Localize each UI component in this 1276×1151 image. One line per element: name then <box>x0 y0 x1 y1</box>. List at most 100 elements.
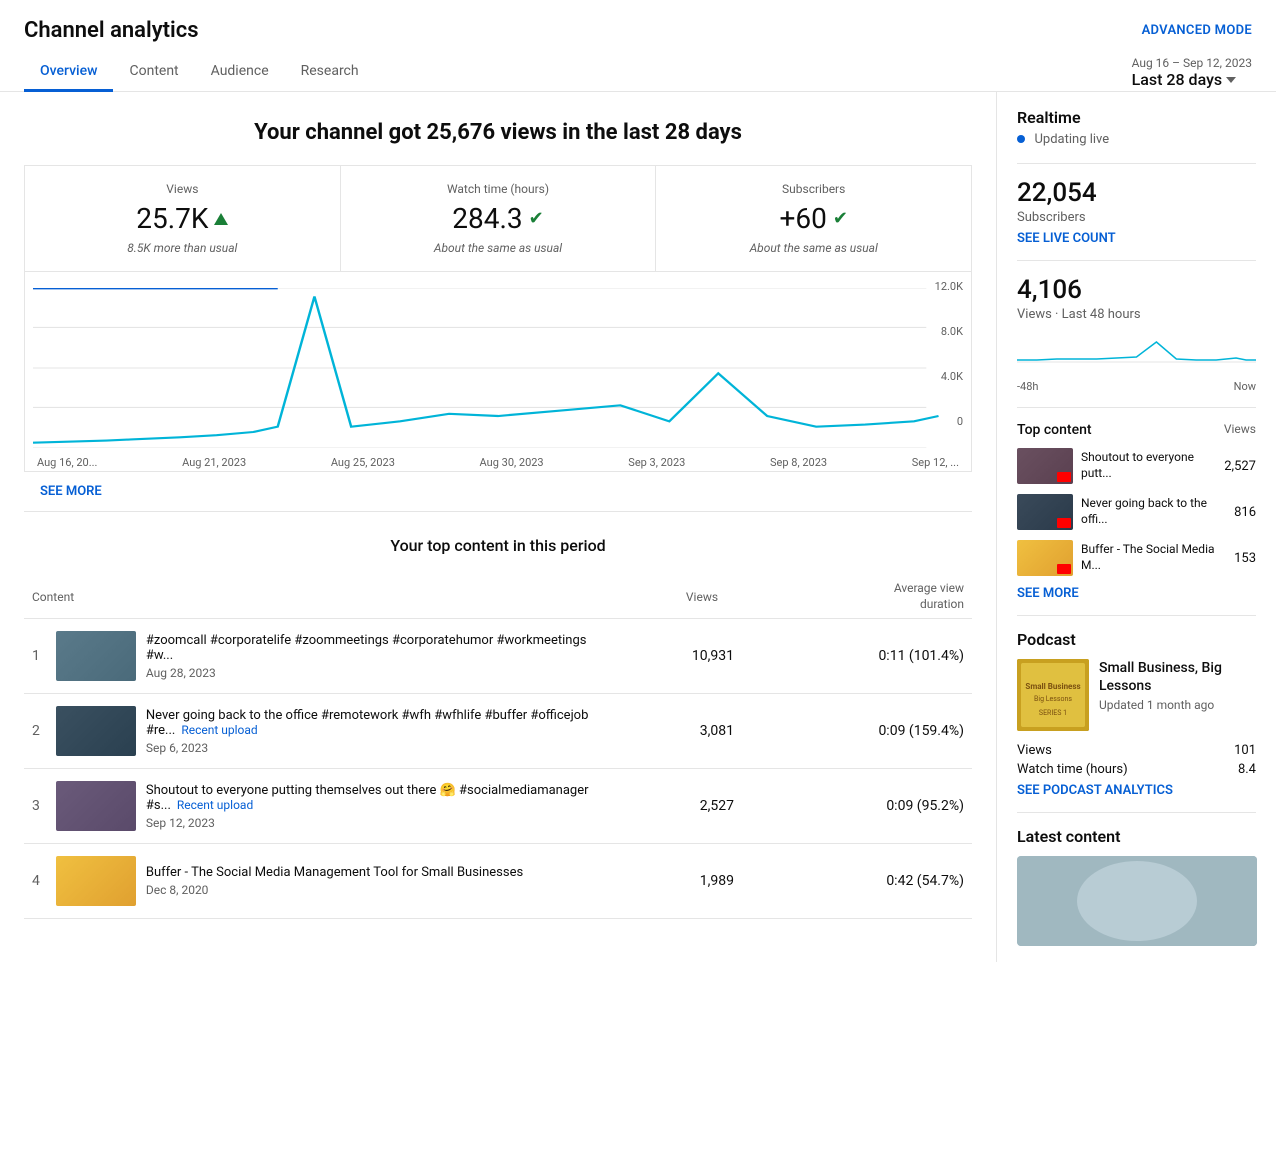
metric-subscribers-label: Subscribers <box>676 182 951 196</box>
date-range-value[interactable]: Last 28 days <box>1132 70 1252 89</box>
latest-title: Latest content <box>1017 827 1256 846</box>
content-info: Shoutout to everyone putting themselves … <box>56 781 589 831</box>
table-row: 2 Never going back to the office #remote… <box>24 694 972 769</box>
thumbnail <box>56 631 136 681</box>
chart-area: 12.0K 8.0K 4.0K 0 <box>24 272 972 472</box>
top-content-section: Your top content in this period Content … <box>24 512 972 943</box>
metric-watchtime-value: 284.3 ✔ <box>361 202 636 235</box>
content-info: #zoomcall #corporatelife #zoommeetings #… <box>56 631 589 681</box>
views-cell: 2,527 <box>597 769 742 844</box>
content-text: Never going back to the office #remotewo… <box>146 708 589 755</box>
rank-cell: 3 <box>24 769 48 844</box>
podcast-stat-watchtime: Watch time (hours) 8.4 <box>1017 762 1256 777</box>
advanced-mode-button[interactable]: ADVANCED MODE <box>1142 23 1252 38</box>
content-cell[interactable]: Shoutout to everyone putting themselves … <box>48 769 597 844</box>
date-selector[interactable]: Aug 16 – Sep 12, 2023 Last 28 days <box>1132 56 1252 89</box>
nav-bar: Overview Content Audience Research <box>0 53 1276 92</box>
duration-cell: 0:09 (159.4%) <box>742 694 972 769</box>
top-item-title: Shoutout to everyone putt... <box>1081 450 1216 481</box>
content-date: Dec 8, 2020 <box>146 883 523 897</box>
recent-badge: Recent upload <box>181 723 257 737</box>
content-date: Sep 12, 2023 <box>146 816 589 830</box>
see-more-link[interactable]: SEE MORE <box>24 472 972 511</box>
check-icon-2: ✔ <box>833 208 848 229</box>
arrow-up-icon <box>214 213 228 225</box>
latest-thumb-art <box>1017 856 1257 946</box>
content-cell[interactable]: Buffer - The Social Media Management Too… <box>48 844 597 919</box>
svg-text:SERIES 1: SERIES 1 <box>1039 709 1067 717</box>
tab-audience[interactable]: Audience <box>195 53 285 92</box>
content-info: Never going back to the office #remotewo… <box>56 706 589 756</box>
content-title: #zoomcall #corporatelife #zoommeetings #… <box>146 633 589 663</box>
see-more-realtime-link[interactable]: SEE MORE <box>1017 586 1256 601</box>
table-row: 4 Buffer - The Social Media Management T… <box>24 844 972 919</box>
y-label-0: 0 <box>935 415 963 428</box>
realtime-section: Realtime Updating live <box>1017 108 1256 147</box>
content-title: Buffer - The Social Media Management Too… <box>146 865 523 880</box>
podcast-thumb: Small Business Big Lessons SERIES 1 <box>1017 659 1089 731</box>
metric-subscribers-value: +60 ✔ <box>676 202 951 235</box>
tab-overview[interactable]: Overview <box>24 53 113 92</box>
metrics-row: Views 25.7K 8.5K more than usual Watch t… <box>24 165 972 272</box>
top-item-title: Never going back to the offi... <box>1081 496 1226 527</box>
metric-views-label: Views <box>45 182 320 196</box>
top-content-item[interactable]: Shoutout to everyone putt... 2,527 <box>1017 448 1256 484</box>
content-text: Buffer - The Social Media Management Too… <box>146 865 523 897</box>
views-block: 4,106 Views · Last 48 hours -48h Now <box>1017 275 1256 393</box>
top-item-views: 2,527 <box>1224 459 1256 474</box>
metric-watchtime-sub: About the same as usual <box>361 241 636 255</box>
y-label-12k: 12.0K <box>935 280 963 293</box>
duration-cell: 0:11 (101.4%) <box>742 619 972 694</box>
top-thumb <box>1017 494 1073 530</box>
metric-watchtime: Watch time (hours) 284.3 ✔ About the sam… <box>341 166 657 271</box>
see-podcast-analytics-link[interactable]: SEE PODCAST ANALYTICS <box>1017 783 1256 798</box>
content-cell[interactable]: #zoomcall #corporatelife #zoommeetings #… <box>48 619 597 694</box>
content-title: Never going back to the office #remotewo… <box>146 708 589 738</box>
views-cell: 10,931 <box>597 619 742 694</box>
chevron-down-icon <box>1226 77 1236 83</box>
play-icon <box>1057 564 1071 574</box>
col-views: Views <box>597 575 742 619</box>
check-icon: ✔ <box>529 208 544 229</box>
tab-content[interactable]: Content <box>113 53 194 92</box>
metric-subscribers: Subscribers +60 ✔ About the same as usua… <box>656 166 971 271</box>
duration-cell: 0:42 (54.7%) <box>742 844 972 919</box>
chart-label-now: Now <box>1234 380 1256 393</box>
chart-svg <box>33 288 963 448</box>
tab-research[interactable]: Research <box>285 53 375 92</box>
podcast-stat-views: Views 101 <box>1017 743 1256 758</box>
content-text: #zoomcall #corporatelife #zoommeetings #… <box>146 633 589 680</box>
content-date: Aug 28, 2023 <box>146 666 589 680</box>
subscribers-block: 22,054 Subscribers SEE LIVE COUNT <box>1017 178 1256 246</box>
x-label-2: Aug 21, 2023 <box>182 456 246 469</box>
top-content-item[interactable]: Buffer - The Social Media M... 153 <box>1017 540 1256 576</box>
see-live-count-link[interactable]: SEE LIVE COUNT <box>1017 231 1256 246</box>
podcast-card: Small Business Big Lessons SERIES 1 Smal… <box>1017 659 1256 731</box>
content-text: Shoutout to everyone putting themselves … <box>146 783 589 830</box>
latest-thumb <box>1017 856 1257 946</box>
podcast-name: Small Business, Big Lessons <box>1099 659 1256 695</box>
x-label-5: Sep 3, 2023 <box>628 456 685 469</box>
thumbnail <box>56 781 136 831</box>
x-label-6: Sep 8, 2023 <box>770 456 827 469</box>
live-label: Updating live <box>1034 132 1109 147</box>
top-items-list: Shoutout to everyone putt... 2,527 Never… <box>1017 448 1256 576</box>
subscribers-count: 22,054 <box>1017 178 1256 208</box>
views-count: 4,106 <box>1017 275 1256 305</box>
top-content-heading: Your top content in this period <box>24 536 972 555</box>
latest-content-section: Latest content <box>1017 827 1256 946</box>
x-label-7: Sep 12, ... <box>912 456 959 469</box>
views-cell: 1,989 <box>597 844 742 919</box>
podcast-section: Podcast Small Business Big Lessons SERIE… <box>1017 630 1256 798</box>
chart-x-labels: Aug 16, 20... Aug 21, 2023 Aug 25, 2023 … <box>33 456 963 469</box>
podcast-updated: Updated 1 month ago <box>1099 698 1256 712</box>
top-content-item[interactable]: Never going back to the offi... 816 <box>1017 494 1256 530</box>
live-indicator: Updating live <box>1017 131 1256 147</box>
podcast-info: Small Business, Big Lessons Updated 1 mo… <box>1099 659 1256 712</box>
views-label: Views · Last 48 hours <box>1017 307 1256 322</box>
content-cell[interactable]: Never going back to the office #remotewo… <box>48 694 597 769</box>
podcast-title: Podcast <box>1017 630 1256 649</box>
metric-subscribers-sub: About the same as usual <box>676 241 951 255</box>
top-item-views: 153 <box>1234 551 1256 566</box>
rank-cell: 1 <box>24 619 48 694</box>
